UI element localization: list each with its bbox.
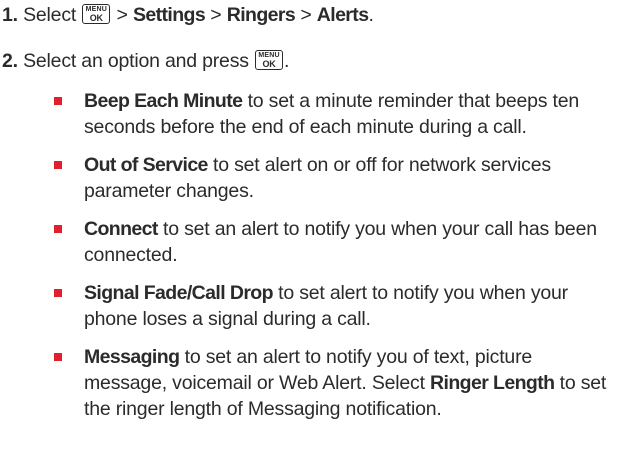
- instruction-page: 1. Select MENU OK > Settings > Ringers > …: [0, 0, 621, 463]
- bullet-square-icon: [54, 225, 62, 233]
- step-1-number: 1.: [2, 4, 18, 26]
- option-term: Out of Service: [84, 154, 208, 176]
- list-item-connect: Connect to set an alert to notify you wh…: [54, 216, 614, 268]
- option-term-ringer-length: Ringer Length: [430, 372, 555, 394]
- bullet-square-icon: [54, 161, 62, 169]
- option-term: Beep Each Minute: [84, 90, 243, 112]
- bullet-square-icon: [54, 289, 62, 297]
- bullet-square-icon: [54, 353, 62, 361]
- ok-key-label: OK: [89, 13, 103, 23]
- step-1: 1. Select MENU OK > Settings > Ringers > …: [2, 2, 374, 28]
- option-description: to set an alert to notify you when your …: [84, 218, 597, 266]
- bullet-square-icon: [54, 97, 62, 105]
- path-separator: >: [116, 4, 128, 26]
- menu-ok-key-icon: MENU OK: [82, 4, 111, 24]
- path-separator: >: [210, 4, 222, 26]
- path-settings: Settings: [132, 4, 206, 26]
- list-item-beep-each-minute: Beep Each Minute to set a minute reminde…: [54, 88, 614, 140]
- list-item-out-of-service: Out of Service to set alert on or off fo…: [54, 152, 614, 204]
- step-2-text: Select an option and press: [23, 50, 249, 72]
- step-1-period: .: [368, 4, 374, 26]
- alert-options-list: Beep Each Minute to set a minute reminde…: [54, 88, 614, 434]
- path-ringers: Ringers: [226, 4, 296, 26]
- option-term: Messaging: [84, 346, 180, 368]
- step-2: 2. Select an option and press MENU OK.: [2, 48, 289, 74]
- step-2-number: 2.: [2, 50, 18, 72]
- path-separator: >: [300, 4, 312, 26]
- list-item-signal-fade-call-drop: Signal Fade/Call Drop to set alert to no…: [54, 280, 614, 332]
- step-1-select-word: Select: [23, 4, 77, 26]
- step-2-period: .: [284, 50, 290, 72]
- ok-key-label: OK: [262, 59, 276, 69]
- path-alerts: Alerts: [316, 4, 369, 26]
- option-term: Connect: [84, 218, 158, 240]
- menu-ok-key-icon: MENU OK: [255, 50, 284, 70]
- list-item-messaging: Messaging to set an alert to notify you …: [54, 344, 614, 422]
- option-term: Signal Fade/Call Drop: [84, 282, 274, 304]
